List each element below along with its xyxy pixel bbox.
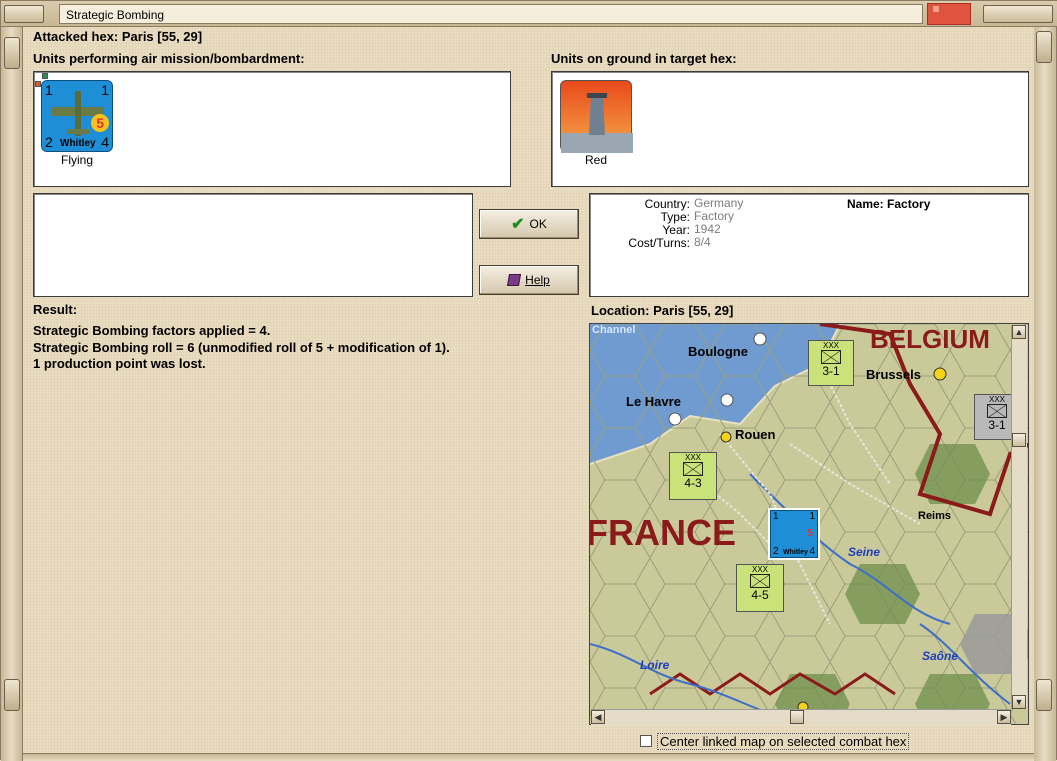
ground-unit-caption: Red (584, 153, 607, 167)
center-map-label[interactable]: Center linked map on selected combat hex (657, 733, 910, 750)
location-heading: Location: Paris [55, 29] (591, 303, 734, 318)
resize-handle-top[interactable] (4, 37, 20, 69)
city-label-reims: Reims (918, 510, 952, 522)
result-heading: Result: (33, 302, 78, 317)
unit-status-icon (42, 73, 48, 79)
factory-icon (561, 93, 633, 153)
ground-unit-counter[interactable] (560, 80, 633, 153)
city-label-rouen: Rouen (735, 427, 776, 442)
air-units-heading: Units performing air mission/bombardment… (33, 51, 305, 66)
type-label: Type: (660, 210, 690, 224)
map-counter[interactable]: XXX 4-5 (736, 564, 784, 612)
city-label-boulogne: Boulogne (688, 344, 748, 359)
right-border (1032, 27, 1056, 761)
year-label: Year: (662, 223, 690, 237)
country-label-france: FRANCE (589, 512, 736, 553)
air-unit-top-right: 1 (101, 82, 109, 98)
result-line-3: 1 production point was lost. (33, 356, 206, 371)
infantry-icon (821, 350, 841, 364)
result-line-1: Strategic Bombing factors applied = 4. (33, 323, 271, 338)
map-horizontal-scrollbar[interactable]: ◀ ▶ (591, 709, 1011, 725)
country-value: Germany (694, 196, 744, 210)
infantry-icon (750, 574, 770, 588)
city-label-brussels: Brussels (866, 367, 921, 382)
help-book-icon (507, 274, 522, 286)
help-label: Help (525, 273, 550, 287)
result-line-2: Strategic Bombing roll = 6 (unmodified r… (33, 340, 450, 355)
title-bar: Strategic Bombing (1, 1, 1057, 27)
city-label-le-havre: Le Havre (626, 394, 681, 409)
air-unit-badge: 5 (96, 115, 104, 131)
check-icon: ✔ (511, 216, 525, 233)
type-value: Factory (694, 209, 735, 223)
window-menu-button[interactable] (4, 5, 44, 23)
air-unit-top-left: 1 (45, 82, 53, 98)
close-button[interactable] (927, 3, 971, 25)
target-name: Name: Factory (847, 197, 931, 211)
air-unit-name: Whitley (60, 138, 96, 149)
message-panel (33, 193, 473, 297)
window-title: Strategic Bombing (59, 4, 923, 24)
infantry-icon (987, 404, 1007, 418)
map-counter[interactable]: XXX 4-3 (669, 452, 717, 500)
resize-handle-bottom-right[interactable] (1036, 679, 1052, 711)
river-label-seine: Seine (848, 545, 881, 559)
map-vertical-scrollbar[interactable]: ▲ ▼ (1011, 325, 1027, 709)
year-value: 1942 (694, 222, 721, 236)
maximize-button[interactable] (983, 5, 1053, 23)
target-info-panel: Country: Germany Type: Factory Year: 194… (589, 193, 1029, 297)
linked-map[interactable]: Channel BELGIUM FRANCE Boulogne Brussels… (589, 323, 1029, 725)
left-border (1, 27, 23, 761)
horizontal-scroll-thumb[interactable] (790, 710, 804, 724)
ground-units-heading: Units on ground in target hex: (551, 51, 737, 66)
air-unit-caption: Flying (60, 153, 93, 167)
ground-units-panel: Red (551, 71, 1029, 187)
ok-label: OK (529, 217, 547, 231)
map-counter[interactable]: XXX 3-1 (808, 340, 854, 386)
close-icon (933, 6, 939, 12)
sea-label: Channel (592, 324, 636, 336)
resize-handle-top-right[interactable] (1036, 31, 1052, 63)
air-unit-bottom-right: 4 (101, 134, 109, 150)
river-label-loire: Loire (640, 658, 670, 672)
air-unit-bottom-left: 2 (45, 134, 53, 150)
infantry-icon (683, 462, 703, 476)
help-button[interactable]: Help (479, 265, 579, 295)
river-label-saone: Saône (922, 649, 959, 663)
vertical-scroll-thumb[interactable] (1012, 433, 1026, 447)
cost-value: 8/4 (694, 235, 711, 249)
window-frame: Strategic Bombing Attacked hex: Paris [5… (0, 0, 1057, 761)
center-map-checkbox[interactable] (640, 735, 652, 747)
country-label: Country: (644, 197, 690, 211)
dialog-content: Attacked hex: Paris [55, 29] Units perfo… (23, 27, 1034, 753)
air-unit-counter[interactable]: 1 1 5 2 Whitley 4 (41, 80, 113, 152)
cost-label: Cost/Turns: (628, 236, 690, 250)
resize-handle-bottom[interactable] (4, 679, 20, 711)
map-air-unit[interactable]: 1 1 5 2 Whitley 4 (770, 510, 818, 558)
scroll-left-button[interactable]: ◀ (591, 710, 605, 724)
scroll-up-button[interactable]: ▲ (1012, 325, 1026, 339)
scroll-down-button[interactable]: ▼ (1012, 695, 1026, 709)
air-units-panel: 1 1 5 2 Whitley 4 Flying (33, 71, 511, 187)
scroll-right-button[interactable]: ▶ (997, 710, 1011, 724)
country-label-belgium: BELGIUM (870, 324, 990, 354)
attacked-hex-label: Attacked hex: Paris [55, 29] (33, 29, 203, 44)
ok-button[interactable]: ✔ OK (479, 209, 579, 239)
